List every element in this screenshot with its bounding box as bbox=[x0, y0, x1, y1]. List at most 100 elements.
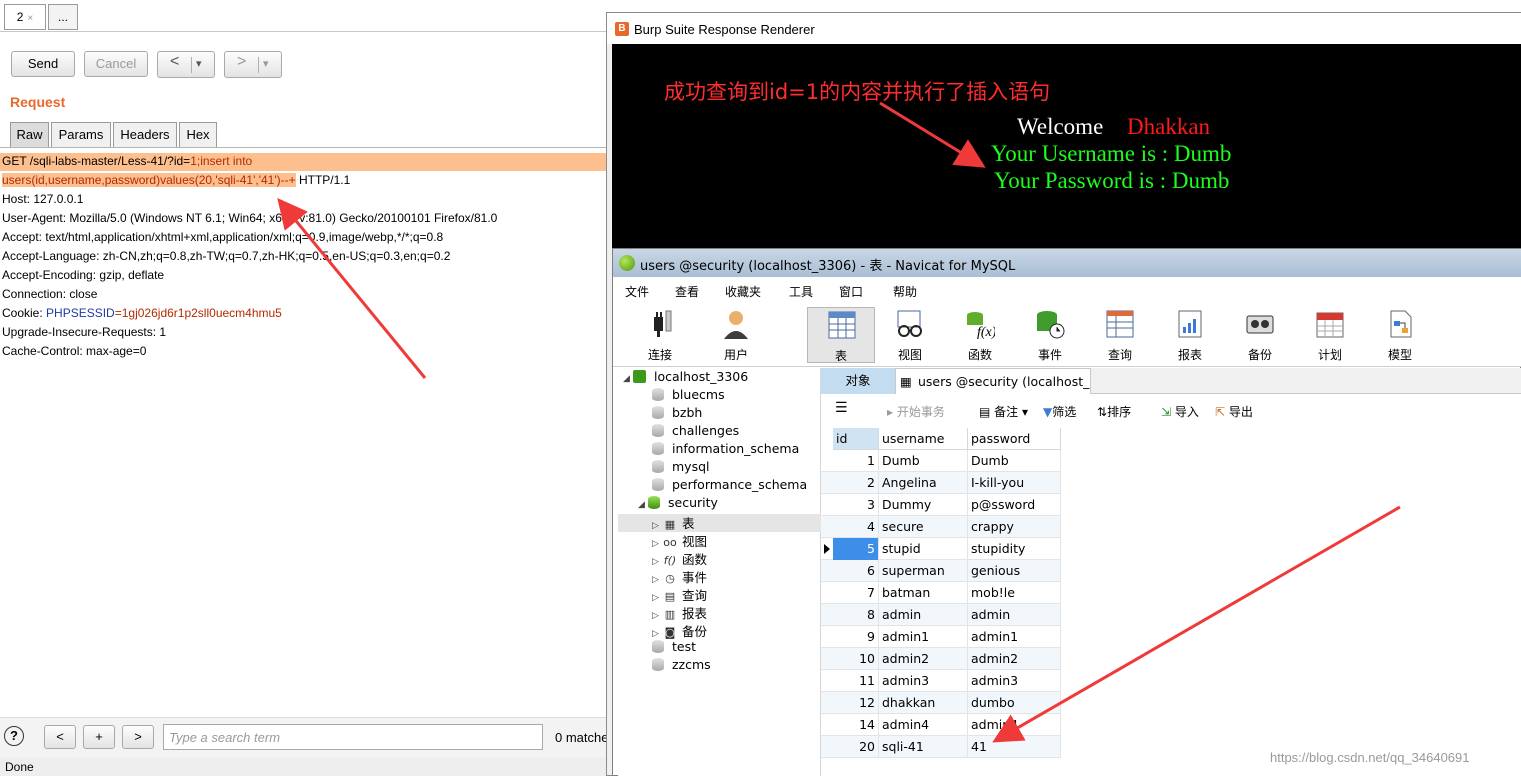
search-input[interactable] bbox=[163, 724, 543, 750]
table-row[interactable]: 4 secure crappy bbox=[821, 516, 1061, 538]
tree-db-bluecms[interactable]: bluecms bbox=[652, 387, 725, 402]
cell-id[interactable]: 2 bbox=[833, 472, 879, 494]
renderer-title-bar[interactable]: B Burp Suite Response Renderer bbox=[607, 13, 1521, 44]
header-cookie[interactable]: Cookie: PHPSESSID=1gj026jd6r1p2sll0uecm4… bbox=[2, 306, 282, 320]
tree-security-tables[interactable]: ▷ ▦ 表 bbox=[652, 513, 695, 532]
cell-password[interactable]: admin4 bbox=[968, 714, 1061, 736]
tree-security-views[interactable]: ▷ oo 视图 bbox=[652, 531, 707, 550]
column-header-username[interactable]: username bbox=[879, 428, 968, 450]
toolbar-schedule[interactable]: 计划 bbox=[1299, 307, 1361, 363]
table-row[interactable]: 20 sqli-41 41 bbox=[821, 736, 1061, 758]
table-row[interactable]: 12 dhakkan dumbo bbox=[821, 692, 1061, 714]
help-icon[interactable]: ? bbox=[4, 726, 24, 746]
back-button[interactable]: < ▾ bbox=[157, 51, 215, 78]
collapse-icon[interactable]: ◢ bbox=[623, 374, 633, 384]
tree-security-backups[interactable]: ▷ ◙ 备份 bbox=[652, 621, 707, 640]
cell-password[interactable]: crappy bbox=[968, 516, 1061, 538]
repeater-tab-2[interactable]: 2 × bbox=[4, 4, 46, 30]
cell-password[interactable]: 41 bbox=[968, 736, 1061, 758]
cell-id[interactable]: 8 bbox=[833, 604, 879, 626]
cell-id[interactable]: 9 bbox=[833, 626, 879, 648]
cell-username[interactable]: secure bbox=[879, 516, 968, 538]
cell-username[interactable]: dhakkan bbox=[879, 692, 968, 714]
tab-users-table[interactable]: ▦ users @security (localhost_3... bbox=[895, 368, 1091, 394]
cell-password[interactable]: admin2 bbox=[968, 648, 1061, 670]
table-row[interactable]: 5 stupid stupidity bbox=[821, 538, 1061, 560]
search-next-button[interactable]: > bbox=[122, 725, 154, 749]
menu-view[interactable]: 查看 bbox=[675, 283, 699, 300]
tab-headers[interactable]: Headers bbox=[113, 122, 177, 147]
header-accept-language[interactable]: Accept-Language: zh-CN,zh;q=0.8,zh-TW;q=… bbox=[2, 249, 450, 263]
table-row[interactable]: 14 admin4 admin4 bbox=[821, 714, 1061, 736]
cell-id[interactable]: 12 bbox=[833, 692, 879, 714]
tree-security-reports[interactable]: ▷ ▥ 报表 bbox=[652, 603, 707, 622]
cell-username[interactable]: admin3 bbox=[879, 670, 968, 692]
cell-username[interactable]: stupid bbox=[879, 538, 968, 560]
table-row[interactable]: 3 Dummy p@ssword bbox=[821, 494, 1061, 516]
search-add-button[interactable]: + bbox=[83, 725, 115, 749]
cell-password[interactable]: genious bbox=[968, 560, 1061, 582]
header-cache-control[interactable]: Cache-Control: max-age=0 bbox=[2, 344, 146, 358]
header-upgrade-insecure[interactable]: Upgrade-Insecure-Requests: 1 bbox=[2, 325, 166, 339]
navicat-title-bar[interactable]: users @security (localhost_3306) - 表 - N… bbox=[613, 249, 1521, 277]
repeater-tab-new[interactable]: ... bbox=[48, 4, 78, 30]
table-row[interactable]: 9 admin1 admin1 bbox=[821, 626, 1061, 648]
cell-password[interactable]: I-kill-you bbox=[968, 472, 1061, 494]
menu-favorites[interactable]: 收藏夹 bbox=[725, 283, 761, 300]
cell-password[interactable]: stupidity bbox=[968, 538, 1061, 560]
tab-hex[interactable]: Hex bbox=[179, 122, 217, 147]
expand-icon[interactable]: ▷ bbox=[652, 629, 662, 639]
table-row[interactable]: 2 Angelina I-kill-you bbox=[821, 472, 1061, 494]
cell-password[interactable]: mob!le bbox=[968, 582, 1061, 604]
cell-id[interactable]: 5 bbox=[833, 538, 879, 560]
table-row[interactable]: 1 Dumb Dumb bbox=[821, 450, 1061, 472]
expand-icon[interactable]: ▷ bbox=[652, 521, 662, 531]
cell-username[interactable]: sqli-41 bbox=[879, 736, 968, 758]
cell-password[interactable]: p@ssword bbox=[968, 494, 1061, 516]
toolbar-user[interactable]: 用户 bbox=[705, 307, 767, 363]
menu-window[interactable]: 窗口 bbox=[839, 283, 863, 300]
cancel-button[interactable]: Cancel bbox=[84, 51, 148, 77]
cell-id[interactable]: 10 bbox=[833, 648, 879, 670]
table-row[interactable]: 10 admin2 admin2 bbox=[821, 648, 1061, 670]
tree-db-test[interactable]: test bbox=[652, 639, 696, 654]
cell-id[interactable]: 14 bbox=[833, 714, 879, 736]
expand-icon[interactable]: ▷ bbox=[652, 593, 662, 603]
column-header-id[interactable]: id bbox=[833, 428, 879, 450]
cell-username[interactable]: batman bbox=[879, 582, 968, 604]
expand-icon[interactable]: ▷ bbox=[652, 539, 662, 549]
search-prev-button[interactable]: < bbox=[44, 725, 76, 749]
collapse-icon[interactable]: ◢ bbox=[638, 500, 648, 510]
begin-transaction-button[interactable]: ▸ 开始事务 bbox=[887, 403, 945, 420]
tab-objects[interactable]: 对象 bbox=[821, 368, 895, 394]
cell-password[interactable]: admin1 bbox=[968, 626, 1061, 648]
cell-password[interactable]: admin bbox=[968, 604, 1061, 626]
tree-db-zzcms[interactable]: zzcms bbox=[652, 657, 711, 672]
cell-id[interactable]: 1 bbox=[833, 450, 879, 472]
cell-username[interactable]: admin4 bbox=[879, 714, 968, 736]
tree-db-challenges[interactable]: challenges bbox=[652, 423, 739, 438]
tree-security-functions[interactable]: ▷ f() 函数 bbox=[652, 549, 707, 568]
header-connection[interactable]: Connection: close bbox=[2, 287, 97, 301]
forward-button[interactable]: > ▾ bbox=[224, 51, 282, 78]
menu-file[interactable]: 文件 bbox=[625, 283, 649, 300]
cell-username[interactable]: admin1 bbox=[879, 626, 968, 648]
toolbar-table[interactable]: 表 bbox=[807, 307, 875, 363]
table-row[interactable]: 11 admin3 admin3 bbox=[821, 670, 1061, 692]
sort-button[interactable]: ⇅排序 bbox=[1097, 403, 1131, 420]
toolbar-query[interactable]: 查询 bbox=[1089, 307, 1151, 363]
filter-button[interactable]: ▼筛选 bbox=[1043, 403, 1076, 420]
cell-username[interactable]: superman bbox=[879, 560, 968, 582]
toolbar-connect[interactable]: 连接 bbox=[629, 307, 691, 363]
expand-icon[interactable]: ▷ bbox=[652, 575, 662, 585]
cell-id[interactable]: 20 bbox=[833, 736, 879, 758]
column-header-password[interactable]: password bbox=[968, 428, 1061, 450]
header-accept[interactable]: Accept: text/html,application/xhtml+xml,… bbox=[2, 230, 443, 244]
request-line-2[interactable]: users(id,username,password)values(20,'sq… bbox=[2, 173, 350, 187]
toolbar-view[interactable]: 视图 bbox=[879, 307, 941, 363]
send-button[interactable]: Send bbox=[11, 51, 75, 77]
tree-db-security[interactable]: ◢ security bbox=[638, 495, 718, 510]
table-row[interactable]: 8 admin admin bbox=[821, 604, 1061, 626]
cell-username[interactable]: admin bbox=[879, 604, 968, 626]
cell-id[interactable]: 11 bbox=[833, 670, 879, 692]
